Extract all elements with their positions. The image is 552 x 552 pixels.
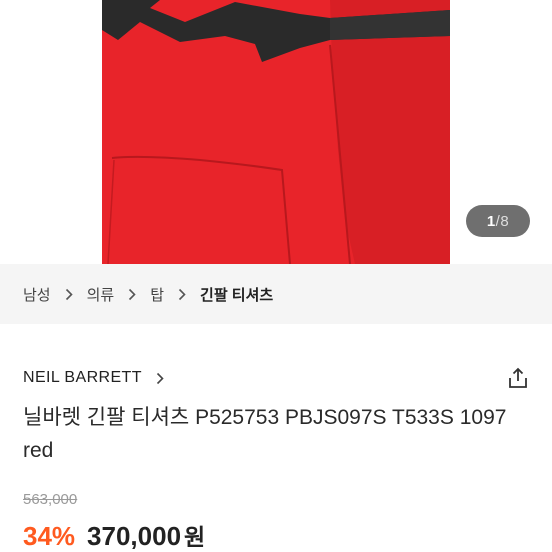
price-row: 34% 370,000 원 — [23, 518, 205, 552]
total-images-number: 8 — [500, 212, 510, 230]
share-icon[interactable] — [505, 365, 531, 391]
product-image-gallery[interactable]: 1 / 8 — [0, 0, 552, 264]
brand-link[interactable]: NEIL BARRETT — [23, 369, 164, 387]
breadcrumb-item-tops[interactable]: 탑 — [150, 284, 164, 305]
original-price: 563,000 — [23, 491, 78, 508]
discount-rate: 34% — [23, 521, 76, 551]
breadcrumb-item-men[interactable]: 남성 — [23, 284, 51, 305]
brand-row: NEIL BARRETT — [23, 364, 531, 392]
sale-price: 370,000 — [87, 521, 182, 551]
current-image-number: 1 — [486, 212, 496, 230]
currency-unit: 원 — [184, 524, 206, 550]
chevron-right-icon — [128, 288, 136, 301]
breadcrumb: 남성 의류 탑 긴팔 티셔츠 — [0, 264, 552, 324]
breadcrumb-item-long-sleeve-tshirts[interactable]: 긴팔 티셔츠 — [200, 284, 273, 305]
brand-name: NEIL BARRETT — [23, 369, 142, 386]
chevron-right-icon — [156, 372, 164, 385]
chevron-right-icon — [178, 288, 186, 301]
product-title: 닐바렛 긴팔 티셔츠 P525753 PBJS097S T533S 1097 r… — [23, 406, 507, 462]
image-page-indicator: 1 / 8 — [466, 205, 530, 237]
chevron-right-icon — [65, 288, 73, 301]
breadcrumb-item-clothing[interactable]: 의류 — [87, 284, 115, 305]
